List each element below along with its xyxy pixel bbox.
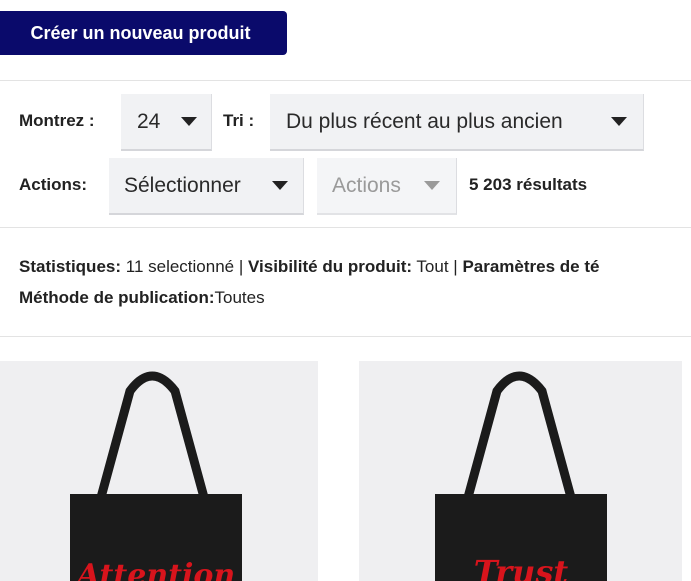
stats-label: Statistiques: bbox=[19, 257, 122, 276]
divider bbox=[0, 80, 691, 81]
product-card[interactable]: Trust bbox=[359, 361, 682, 581]
chevron-down-icon bbox=[611, 117, 627, 126]
bag-print-text: Trust bbox=[474, 553, 569, 581]
product-manager-page: Créer un nouveau produit Montrez : 24 Tr… bbox=[0, 0, 691, 581]
bag-handle bbox=[95, 371, 210, 506]
stats-value: 11 selectionné | bbox=[121, 257, 248, 276]
sort-label: Tri : bbox=[223, 111, 255, 130]
tote-bag-image: Attention bbox=[70, 371, 242, 581]
select-value: Sélectionner bbox=[124, 173, 241, 197]
sort-value: Du plus récent au plus ancien bbox=[286, 109, 563, 133]
bag-print-text: Attention bbox=[74, 558, 235, 581]
divider bbox=[0, 336, 691, 337]
actions-label: Actions: bbox=[19, 175, 87, 194]
select-dropdown[interactable]: Sélectionner bbox=[109, 158, 304, 215]
visibility-label: Visibilité du produit: bbox=[248, 257, 413, 276]
publication-label: Méthode de publication: bbox=[19, 288, 215, 307]
chevron-down-icon bbox=[272, 181, 288, 190]
chevron-down-icon bbox=[181, 117, 197, 126]
chevron-down-icon bbox=[424, 181, 440, 190]
product-card[interactable]: Attention bbox=[0, 361, 318, 581]
create-product-button[interactable]: Créer un nouveau produit bbox=[0, 11, 287, 55]
publication-value: Toutes bbox=[214, 288, 265, 307]
bag-handle bbox=[462, 371, 577, 506]
publication-line: Méthode de publication:Toutes bbox=[19, 287, 265, 309]
visibility-value: Tout | bbox=[412, 257, 463, 276]
results-count: 5 203 résultats bbox=[469, 175, 588, 194]
tote-bag-image: Trust bbox=[435, 371, 607, 581]
params-label: Paramètres de té bbox=[462, 257, 600, 276]
show-count-dropdown[interactable]: 24 bbox=[121, 94, 212, 151]
show-label: Montrez : bbox=[19, 111, 95, 130]
divider bbox=[0, 227, 691, 228]
actions-value: Actions bbox=[332, 173, 401, 197]
actions-dropdown[interactable]: Actions bbox=[317, 158, 457, 215]
show-count-value: 24 bbox=[137, 109, 161, 133]
stats-line: Statistiques: 11 selectionné | Visibilit… bbox=[19, 256, 599, 278]
sort-dropdown[interactable]: Du plus récent au plus ancien bbox=[270, 94, 644, 151]
